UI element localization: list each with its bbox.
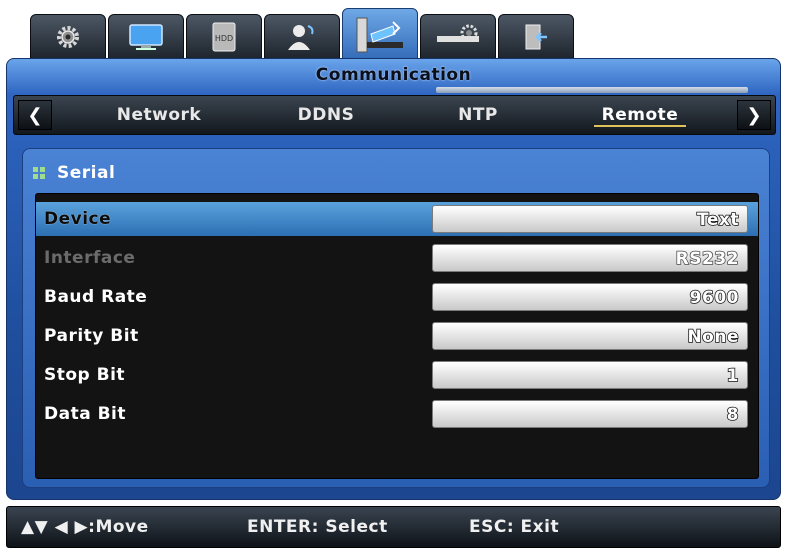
subtab-bar: ❮ Network DDNS NTP Remote ❯ bbox=[13, 95, 776, 135]
setting-label: Stop Bit bbox=[44, 365, 126, 385]
tab-storage[interactable]: HDD bbox=[186, 14, 262, 60]
setting-label: Data Bit bbox=[44, 404, 127, 424]
select-hint: ENTER: Select bbox=[247, 517, 388, 537]
move-hint: ▲▼ ◀ ▶:Move bbox=[21, 517, 149, 537]
tab-remote[interactable]: Remote bbox=[590, 96, 690, 134]
network-icon bbox=[356, 17, 403, 53]
tab-devices[interactable] bbox=[420, 14, 496, 60]
window-title: Communication bbox=[315, 65, 472, 85]
stop-bit-select[interactable]: 1 bbox=[432, 361, 748, 389]
grip-icon bbox=[33, 167, 45, 179]
setting-value: Text bbox=[696, 209, 739, 231]
panel-header: Serial bbox=[33, 161, 115, 185]
setting-label: Device bbox=[44, 209, 112, 229]
setting-row-device[interactable]: Device Text bbox=[36, 202, 758, 236]
device-settings-icon bbox=[437, 24, 479, 42]
tab-ntp[interactable]: NTP bbox=[438, 96, 518, 134]
setting-row-baud-rate[interactable]: Baud Rate 9600 bbox=[36, 280, 758, 314]
setting-row-stop-bit[interactable]: Stop Bit 1 bbox=[36, 358, 758, 392]
setting-value: 1 bbox=[726, 365, 739, 387]
svg-text:HDD: HDD bbox=[215, 34, 233, 43]
device-select[interactable]: Text bbox=[432, 205, 748, 233]
subtab-prev-arrow[interactable]: ❮ bbox=[18, 100, 52, 130]
setting-label: Interface bbox=[44, 248, 136, 268]
exit-hint: ESC: Exit bbox=[469, 517, 560, 537]
setting-value: 8 bbox=[726, 404, 739, 426]
active-tab-connector bbox=[436, 87, 748, 93]
setting-value: RS232 bbox=[675, 248, 739, 270]
data-bit-select[interactable]: 8 bbox=[432, 400, 748, 428]
exit-icon bbox=[525, 24, 547, 50]
serial-settings-list: Device Text Interface RS232 Baud Rate 96… bbox=[35, 193, 759, 479]
setting-label: Parity Bit bbox=[44, 326, 139, 346]
hdd-icon: HDD bbox=[212, 22, 236, 52]
status-bar: ▲▼ ◀ ▶:Move ENTER: Select ESC: Exit bbox=[6, 506, 781, 548]
parity-bit-select[interactable]: None bbox=[432, 322, 748, 350]
subtab-next-arrow[interactable]: ❯ bbox=[737, 100, 771, 130]
tab-system[interactable] bbox=[30, 14, 106, 60]
tab-display[interactable] bbox=[108, 14, 184, 60]
setting-value: None bbox=[687, 326, 740, 348]
tab-exit[interactable] bbox=[498, 14, 574, 60]
monitor-icon bbox=[129, 24, 163, 50]
baud-rate-select[interactable]: 9600 bbox=[432, 283, 748, 311]
setting-label: Baud Rate bbox=[44, 287, 148, 307]
setting-row-data-bit[interactable]: Data Bit 8 bbox=[36, 397, 758, 431]
gear-icon bbox=[57, 26, 79, 48]
tab-network[interactable] bbox=[342, 8, 418, 64]
tab-user[interactable] bbox=[264, 14, 340, 60]
user-icon bbox=[288, 25, 314, 50]
tab-network-settings[interactable]: Network bbox=[104, 96, 214, 134]
interface-select: RS232 bbox=[432, 244, 748, 272]
arrow-keys-icon: ▲▼ ◀ ▶ bbox=[21, 517, 89, 537]
tab-ddns[interactable]: DDNS bbox=[276, 96, 376, 134]
setting-row-interface: Interface RS232 bbox=[36, 241, 758, 275]
chevron-right-icon: ❯ bbox=[746, 104, 762, 126]
panel-title: Serial bbox=[57, 163, 116, 183]
chevron-left-icon: ❮ bbox=[27, 104, 43, 126]
serial-panel: Serial Device Text Interface RS232 Baud … bbox=[22, 148, 770, 488]
setting-value: 9600 bbox=[689, 287, 739, 309]
setting-row-parity-bit[interactable]: Parity Bit None bbox=[36, 319, 758, 353]
